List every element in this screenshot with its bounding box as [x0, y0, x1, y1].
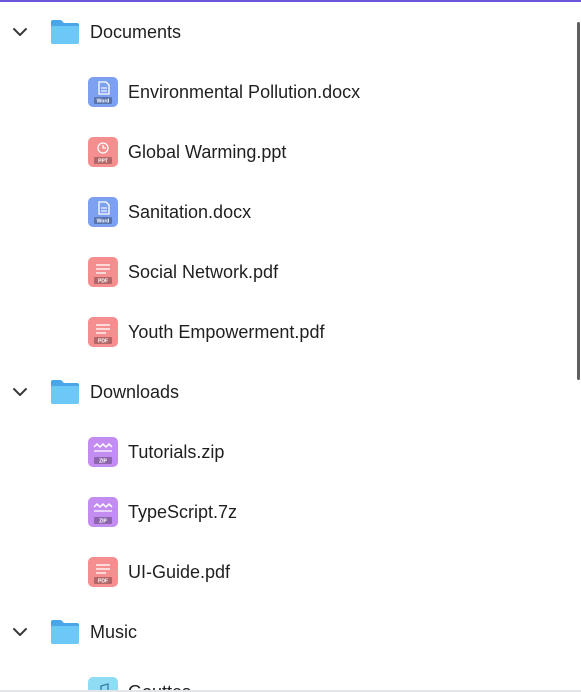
file-label: Youth Empowerment.pdf	[128, 322, 325, 342]
svg-text:ZIP: ZIP	[99, 519, 107, 525]
folder-icon	[49, 18, 81, 46]
vertical-scrollbar[interactable]	[577, 22, 580, 380]
word-file-icon: Word	[88, 77, 118, 107]
pdf-file-icon: PDF	[88, 257, 118, 287]
zip-file-icon: ZIP	[88, 437, 118, 467]
file-label: Sanitation.docx	[128, 202, 252, 222]
chevron-down-icon[interactable]	[11, 383, 29, 401]
svg-text:PDF: PDF	[98, 339, 108, 345]
zip-file-icon: ZIP	[88, 497, 118, 527]
svg-text:PPT: PPT	[98, 159, 108, 165]
svg-text:Word: Word	[97, 219, 110, 225]
svg-text:Word: Word	[97, 99, 110, 105]
folder-row-music[interactable]: Music	[0, 602, 574, 662]
file-tree-window: Documents Word Environmental Pollution.doc…	[0, 0, 581, 692]
folder-icon	[49, 618, 81, 646]
file-item[interactable]: PDF Youth Empowerment.pdf	[0, 302, 574, 362]
svg-text:PDF: PDF	[98, 579, 108, 585]
file-tree: Documents Word Environmental Pollution.doc…	[0, 2, 574, 692]
pdf-file-icon: PDF	[88, 557, 118, 587]
svg-text:ZIP: ZIP	[99, 459, 107, 465]
pdf-file-icon: PDF	[88, 317, 118, 347]
file-item[interactable]: PDF UI-Guide.pdf	[0, 542, 574, 602]
file-item[interactable]: Word Sanitation.docx	[0, 182, 574, 242]
file-item[interactable]: PPT Global Warming.ppt	[0, 122, 574, 182]
svg-text:PDF: PDF	[98, 279, 108, 285]
file-label: Global Warming.ppt	[128, 142, 287, 162]
ppt-file-icon: PPT	[88, 137, 118, 167]
folder-label: Downloads	[90, 382, 180, 402]
folder-label: Documents	[90, 22, 182, 42]
file-label: TypeScript.7z	[128, 502, 238, 522]
file-label: Tutorials.zip	[128, 442, 225, 462]
chevron-down-icon[interactable]	[11, 23, 29, 41]
file-label: UI-Guide.pdf	[128, 562, 231, 582]
file-item[interactable]: Gouttes	[0, 662, 574, 692]
file-item[interactable]: Word Environmental Pollution.docx	[0, 62, 574, 122]
file-item[interactable]: PDF Social Network.pdf	[0, 242, 574, 302]
word-file-icon: Word	[88, 197, 118, 227]
folder-row-downloads[interactable]: Downloads	[0, 362, 574, 422]
folder-label: Music	[90, 622, 138, 642]
file-label: Environmental Pollution.docx	[128, 82, 361, 102]
folder-icon	[49, 378, 81, 406]
chevron-down-icon[interactable]	[11, 623, 29, 641]
file-item[interactable]: ZIP TypeScript.7z	[0, 482, 574, 542]
folder-row-documents[interactable]: Documents	[0, 2, 574, 62]
file-item[interactable]: ZIP Tutorials.zip	[0, 422, 574, 482]
file-label: Social Network.pdf	[128, 262, 279, 282]
